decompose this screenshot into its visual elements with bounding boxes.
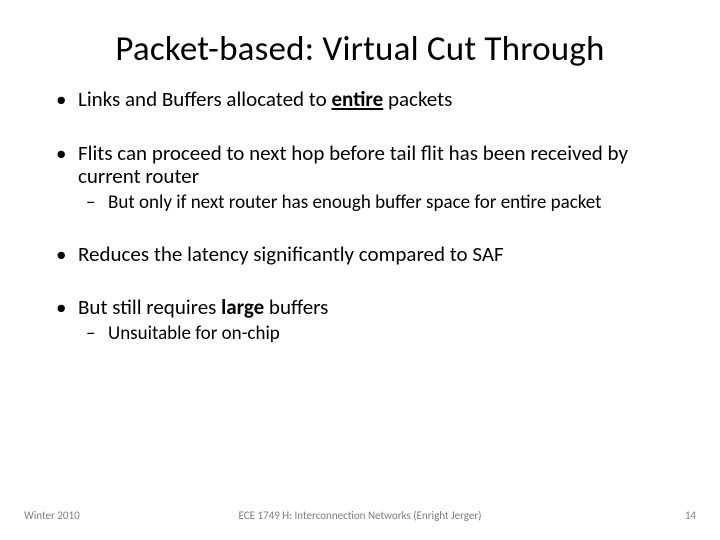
slide-footer: Winter 2010 ECE 1749 H: Interconnection … xyxy=(0,509,720,522)
slide-body: Links and Buffers allocated to entire pa… xyxy=(0,70,720,344)
bullet-1-pre: Links and Buffers allocated to xyxy=(78,86,331,112)
bullet-4-large: large xyxy=(221,294,264,320)
bullet-2-text: Flits can proceed to next hop before tai… xyxy=(78,140,628,190)
bullet-4-sub: Unsuitable for on-chip xyxy=(78,323,672,344)
footer-course: ECE 1749 H: Interconnection Networks (En… xyxy=(0,509,720,522)
slide-title: Packet-based: Virtual Cut Through xyxy=(0,0,720,70)
bullet-4-pre: But still requires xyxy=(78,294,221,320)
bullet-3: Reduces the latency significantly compar… xyxy=(48,243,672,267)
bullet-2: Flits can proceed to next hop before tai… xyxy=(48,142,672,213)
bullet-2-sub: But only if next router has enough buffe… xyxy=(78,192,672,213)
footer-date: Winter 2010 xyxy=(24,509,80,522)
bullet-4-post: buffers xyxy=(264,294,328,320)
bullet-1: Links and Buffers allocated to entire pa… xyxy=(48,88,672,112)
bullet-1-post: packets xyxy=(383,86,452,112)
bullet-4: But still requires large buffers Unsuita… xyxy=(48,296,672,344)
slide-number: 14 xyxy=(685,509,696,522)
bullet-1-entire: entire xyxy=(331,86,383,112)
